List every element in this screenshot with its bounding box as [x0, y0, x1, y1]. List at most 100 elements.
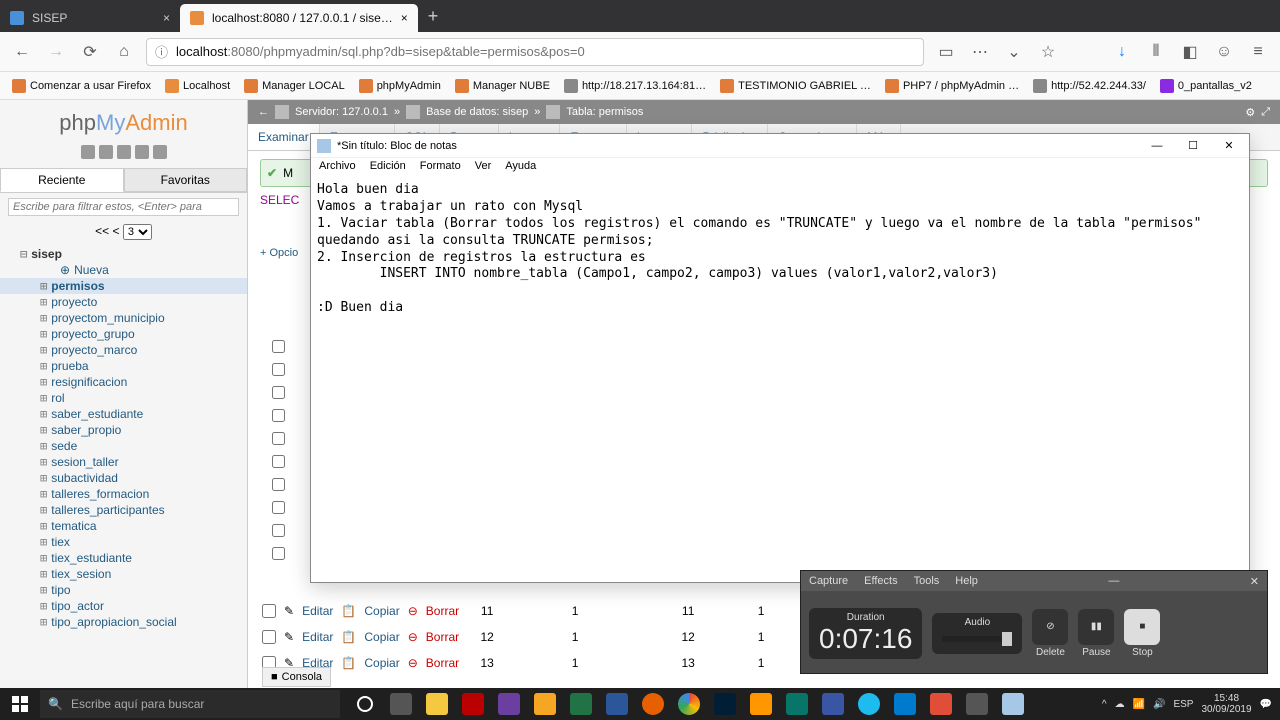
publisher-icon[interactable]	[780, 688, 814, 720]
row-checkbox[interactable]	[272, 409, 285, 422]
tree-table-resignificacion[interactable]: ⊞resignificacion	[0, 374, 247, 390]
tray-notifications-icon[interactable]: 💬	[1260, 699, 1272, 710]
delete-link[interactable]: Borrar	[426, 630, 459, 644]
library-icon[interactable]: ⫴	[1144, 40, 1168, 64]
bookmark-item[interactable]: Manager LOCAL	[238, 77, 351, 95]
chrome-icon[interactable]	[672, 688, 706, 720]
delete-link[interactable]: Borrar	[426, 604, 459, 618]
close-button[interactable]: ✕	[1215, 136, 1243, 156]
pocket-icon[interactable]: ⌄	[1002, 40, 1026, 64]
reader-icon[interactable]: ▭	[934, 40, 958, 64]
np-menu-ayuda[interactable]: Ayuda	[505, 160, 536, 176]
bc-db[interactable]: Base de datos: sisep	[426, 106, 528, 118]
back-button[interactable]: ←	[10, 40, 34, 64]
tree-table-tiex_sesion[interactable]: ⊞tiex_sesion	[0, 566, 247, 582]
app-icon[interactable]	[528, 688, 562, 720]
tree-table-tiex[interactable]: ⊞tiex	[0, 534, 247, 550]
tree-table-saber_estudiante[interactable]: ⊞saber_estudiante	[0, 406, 247, 422]
bookmark-item[interactable]: PHP7 / phpMyAdmin …	[879, 77, 1025, 95]
sublime-icon[interactable]	[744, 688, 778, 720]
firefox-icon[interactable]	[636, 688, 670, 720]
row-checkbox[interactable]	[262, 630, 276, 644]
bookmark-item[interactable]: Comenzar a usar Firefox	[6, 77, 157, 95]
exit-icon[interactable]: ⤢	[1261, 106, 1270, 119]
tree-db[interactable]: ⊟sisep	[0, 246, 247, 262]
bookmark-item[interactable]: Manager NUBE	[449, 77, 556, 95]
np-menu-formato[interactable]: Formato	[420, 160, 461, 176]
row-checkbox[interactable]	[272, 455, 285, 468]
np-menu-archivo[interactable]: Archivo	[319, 160, 356, 176]
row-checkbox[interactable]	[272, 386, 285, 399]
rec-menu-tools[interactable]: Tools	[914, 575, 940, 587]
more-icon[interactable]: ⋯	[968, 40, 992, 64]
reload-icon[interactable]	[153, 145, 167, 159]
tree-table-rol[interactable]: ⊞rol	[0, 390, 247, 406]
rec-minimize-icon[interactable]: —	[1108, 575, 1119, 587]
bookmark-item[interactable]: Localhost	[159, 77, 236, 95]
downloads-icon[interactable]: ↓	[1110, 40, 1134, 64]
forward-button[interactable]: →	[44, 40, 68, 64]
account-icon[interactable]: ☺	[1212, 40, 1236, 64]
tree-table-subactividad[interactable]: ⊞subactividad	[0, 470, 247, 486]
tree-table-talleres_formacion[interactable]: ⊞talleres_formacion	[0, 486, 247, 502]
pager-prev[interactable]: << <	[95, 224, 119, 238]
tray-volume-icon[interactable]: 🔊	[1153, 699, 1165, 710]
edit-link[interactable]: Editar	[302, 630, 333, 644]
tree-table-proyecto_marco[interactable]: ⊞proyecto_marco	[0, 342, 247, 358]
bookmark-item[interactable]: 0_pantallas_v2	[1154, 77, 1258, 95]
notepad-titlebar[interactable]: *Sin título: Bloc de notas — ☐ ✕	[311, 134, 1249, 158]
menu-icon[interactable]: ≡	[1246, 40, 1270, 64]
row-checkbox[interactable]	[272, 478, 285, 491]
info-icon[interactable]: ⓘ	[155, 42, 168, 61]
stop-button[interactable]: ■Stop	[1124, 609, 1160, 658]
tree-table-proyecto[interactable]: ⊞proyecto	[0, 294, 247, 310]
word-icon[interactable]	[600, 688, 634, 720]
tray-lang[interactable]: ESP	[1173, 699, 1193, 710]
tab-phpmyadmin[interactable]: localhost:8080 / 127.0.0.1 / sise… ×	[180, 4, 418, 32]
np-menu-ver[interactable]: Ver	[475, 160, 492, 176]
new-tab-button[interactable]: +	[418, 6, 449, 27]
visio-icon[interactable]	[816, 688, 850, 720]
cortana-icon[interactable]	[348, 688, 382, 720]
tab-favorites[interactable]: Favoritas	[124, 168, 248, 192]
row-checkbox[interactable]	[262, 604, 276, 618]
tree-table-proyecto_grupo[interactable]: ⊞proyecto_grupo	[0, 326, 247, 342]
notepad-task-icon[interactable]	[996, 688, 1030, 720]
tree-table-permisos[interactable]: ⊞permisos	[0, 278, 247, 294]
maximize-button[interactable]: ☐	[1179, 136, 1207, 156]
app3-icon[interactable]	[960, 688, 994, 720]
rec-close-icon[interactable]: ✕	[1250, 575, 1259, 588]
taskview-icon[interactable]	[384, 688, 418, 720]
tree-table-sesion_taller[interactable]: ⊞sesion_taller	[0, 454, 247, 470]
logout-icon[interactable]	[99, 145, 113, 159]
row-checkbox[interactable]	[272, 432, 285, 445]
bookmark-item[interactable]: TESTIMONIO GABRIEL …	[714, 77, 877, 95]
bc-table[interactable]: Tabla: permisos	[566, 106, 643, 118]
tree-table-saber_propio[interactable]: ⊞saber_propio	[0, 422, 247, 438]
copy-link[interactable]: Copiar	[364, 630, 399, 644]
row-checkbox[interactable]	[272, 524, 285, 537]
filezilla-icon[interactable]	[456, 688, 490, 720]
bookmark-item[interactable]: phpMyAdmin	[353, 77, 447, 95]
back-arrow-icon[interactable]: ←	[258, 106, 269, 118]
bookmark-star-icon[interactable]: ☆	[1036, 40, 1060, 64]
gear-icon[interactable]: ⚙	[1245, 106, 1255, 119]
pause-button[interactable]: ▮▮Pause	[1078, 609, 1114, 658]
start-button[interactable]	[0, 688, 40, 720]
tree-table-prueba[interactable]: ⊞prueba	[0, 358, 247, 374]
explorer-icon[interactable]	[420, 688, 454, 720]
app2-icon[interactable]	[924, 688, 958, 720]
rec-menu-help[interactable]: Help	[955, 575, 978, 587]
tree-filter-input[interactable]	[8, 198, 239, 216]
vscode-icon[interactable]	[888, 688, 922, 720]
vs-icon[interactable]	[492, 688, 526, 720]
ie-icon[interactable]	[852, 688, 886, 720]
inner-tab-examinar[interactable]: Examinar	[248, 124, 320, 150]
close-icon[interactable]: ×	[401, 11, 408, 25]
close-icon[interactable]: ×	[163, 11, 170, 25]
taskbar-clock[interactable]: 15:48 30/09/2019	[1201, 693, 1251, 715]
sidebar-icon[interactable]: ◧	[1178, 40, 1202, 64]
bookmark-item[interactable]: http://52.42.244.33/	[1027, 77, 1152, 95]
tree-table-tematica[interactable]: ⊞tematica	[0, 518, 247, 534]
home-button[interactable]: ⌂	[112, 40, 136, 64]
